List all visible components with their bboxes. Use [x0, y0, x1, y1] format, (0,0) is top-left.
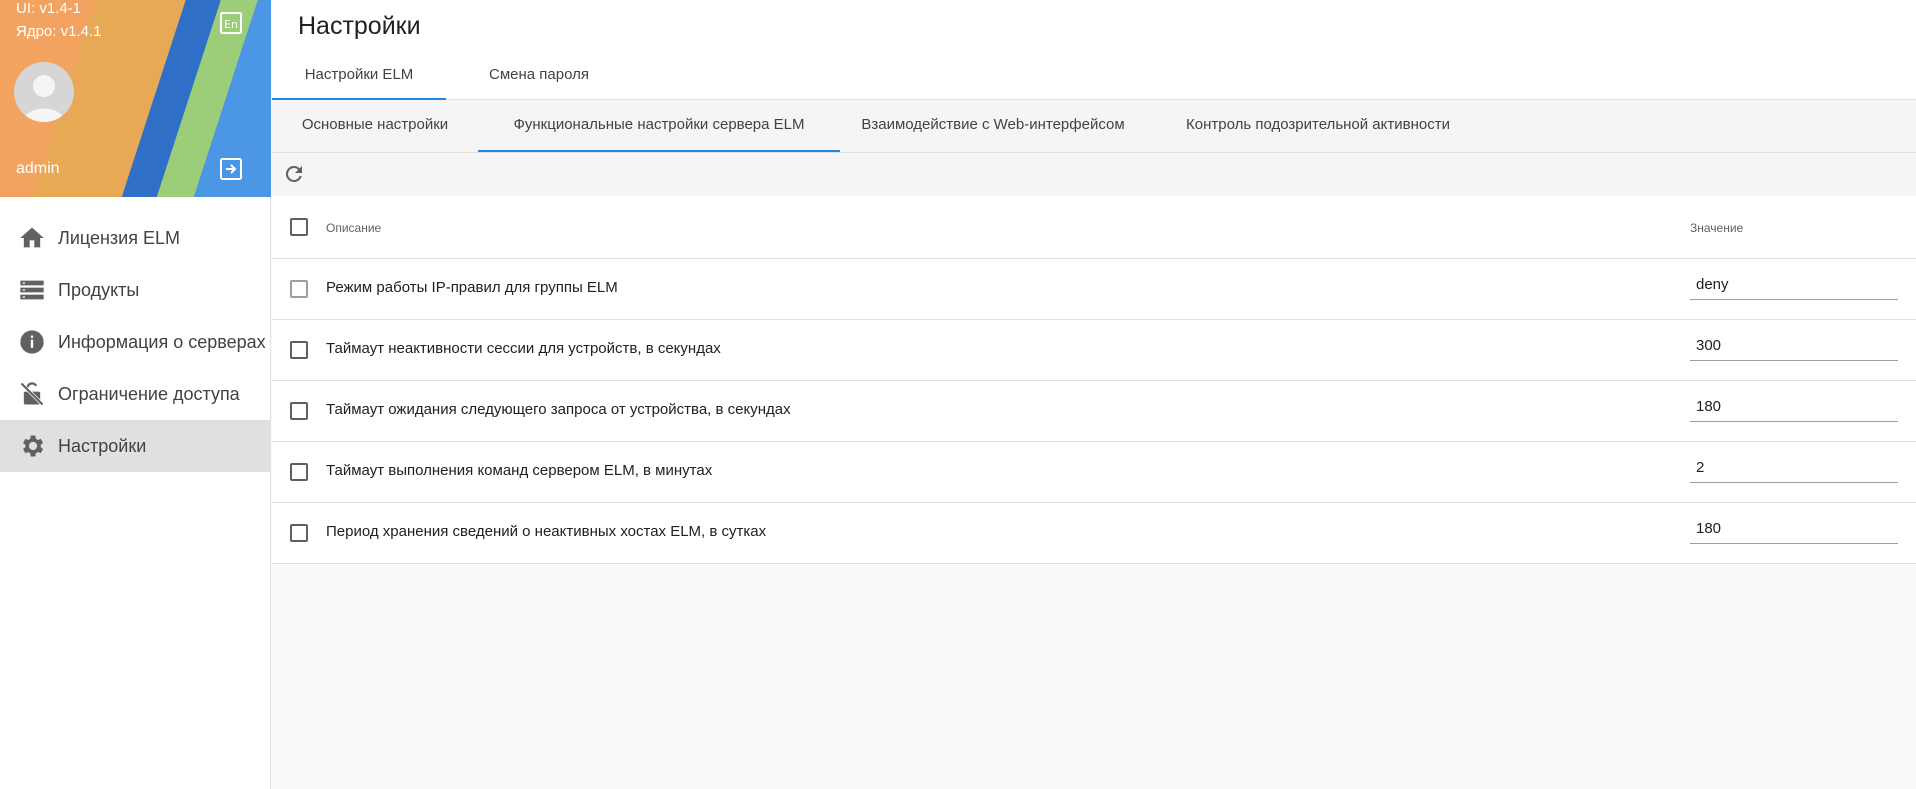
info-icon — [18, 328, 46, 356]
refresh-icon[interactable] — [282, 162, 306, 186]
list-icon — [18, 276, 46, 304]
page-title: Настройки — [298, 12, 421, 40]
settings-table: Описание Значение Режим работы IP-правил… — [272, 196, 1916, 564]
lock-off-icon — [18, 380, 46, 408]
row-description: Режим работы IP-правил для группы ELM — [326, 279, 618, 296]
avatar — [14, 62, 74, 122]
sidebar-item-label: Ограничение доступа — [58, 383, 240, 404]
tab-change-password[interactable]: Смена пароля — [452, 60, 626, 98]
logout-icon[interactable] — [218, 156, 244, 182]
tab-elm-settings[interactable]: Настройки ELM — [272, 60, 446, 100]
value-field[interactable]: 180 — [1690, 518, 1898, 544]
table-row: Таймаут ожидания следующего запроса от у… — [272, 381, 1916, 442]
table-header: Описание Значение — [272, 196, 1916, 259]
value-field[interactable]: 300 — [1690, 335, 1898, 361]
value-field[interactable]: 2 — [1690, 457, 1898, 483]
sidebar-item-label: Продукты — [58, 279, 140, 300]
sidebar: UI: v1.4-1 Ядро: v1.4.1 En admin Лицензи… — [0, 0, 271, 789]
sidebar-item-settings[interactable]: Настройки — [0, 420, 270, 472]
subtab-suspicious-activity[interactable]: Контроль подозрительной активности — [1178, 116, 1458, 150]
row-checkbox[interactable] — [290, 524, 308, 542]
sidebar-item-access-restriction[interactable]: Ограничение доступа — [0, 368, 270, 420]
subtab-functional-settings[interactable]: Функциональные настройки сервера ELM — [478, 116, 840, 152]
table-row: Таймаут неактивности сессии для устройст… — [272, 320, 1916, 381]
value-field[interactable]: deny — [1690, 274, 1898, 300]
column-header-description: Описание — [326, 221, 382, 235]
sidebar-item-server-info[interactable]: Информация о серверах — [0, 316, 270, 368]
ui-version: UI: v1.4-1 — [16, 0, 82, 17]
sidebar-menu: Лицензия ELM Продукты Информация о серве… — [0, 212, 270, 472]
sidebar-item-license[interactable]: Лицензия ELM — [0, 212, 270, 264]
table-row: Таймаут выполнения команд сервером ELM, … — [272, 442, 1916, 503]
row-checkbox[interactable] — [290, 341, 308, 359]
sidebar-item-products[interactable]: Продукты — [0, 264, 270, 316]
core-version: Ядро: v1.4.1 — [16, 23, 102, 40]
sidebar-item-label: Настройки — [58, 435, 147, 456]
language-icon[interactable]: En — [218, 10, 244, 36]
table-toolbar — [272, 153, 1916, 195]
subtab-basic-settings[interactable]: Основные настройки — [298, 116, 452, 150]
username: admin — [16, 160, 60, 177]
sidebar-item-label: Лицензия ELM — [58, 227, 180, 248]
value-field[interactable]: 180 — [1690, 396, 1898, 422]
row-description: Период хранения сведений о неактивных хо… — [326, 523, 767, 540]
row-description: Таймаут неактивности сессии для устройст… — [326, 340, 721, 357]
row-checkbox[interactable] — [290, 280, 308, 298]
table-row: Режим работы IP-правил для группы ELM de… — [272, 259, 1916, 320]
row-description: Таймаут выполнения команд сервером ELM, … — [326, 462, 713, 479]
svg-text:En: En — [224, 18, 238, 31]
subtab-web-interaction[interactable]: Взаимодействие с Web-интерфейсом — [858, 116, 1128, 150]
sidebar-header: UI: v1.4-1 Ядро: v1.4.1 En admin — [0, 0, 271, 197]
column-header-value: Значение — [1690, 221, 1744, 235]
sidebar-item-label: Информация о серверах — [58, 331, 266, 352]
select-all-checkbox[interactable] — [290, 218, 308, 236]
subtabs-bar: Основные настройки Функциональные настро… — [272, 100, 1916, 153]
page-header: Настройки Настройки ELM Смена пароля — [272, 0, 1916, 100]
main-content: Настройки Настройки ELM Смена пароля Осн… — [272, 0, 1916, 789]
gear-icon — [18, 432, 46, 460]
row-checkbox[interactable] — [290, 402, 308, 420]
row-description: Таймаут ожидания следующего запроса от у… — [326, 401, 791, 418]
home-icon — [18, 224, 46, 252]
row-checkbox[interactable] — [290, 463, 308, 481]
table-row: Период хранения сведений о неактивных хо… — [272, 503, 1916, 564]
